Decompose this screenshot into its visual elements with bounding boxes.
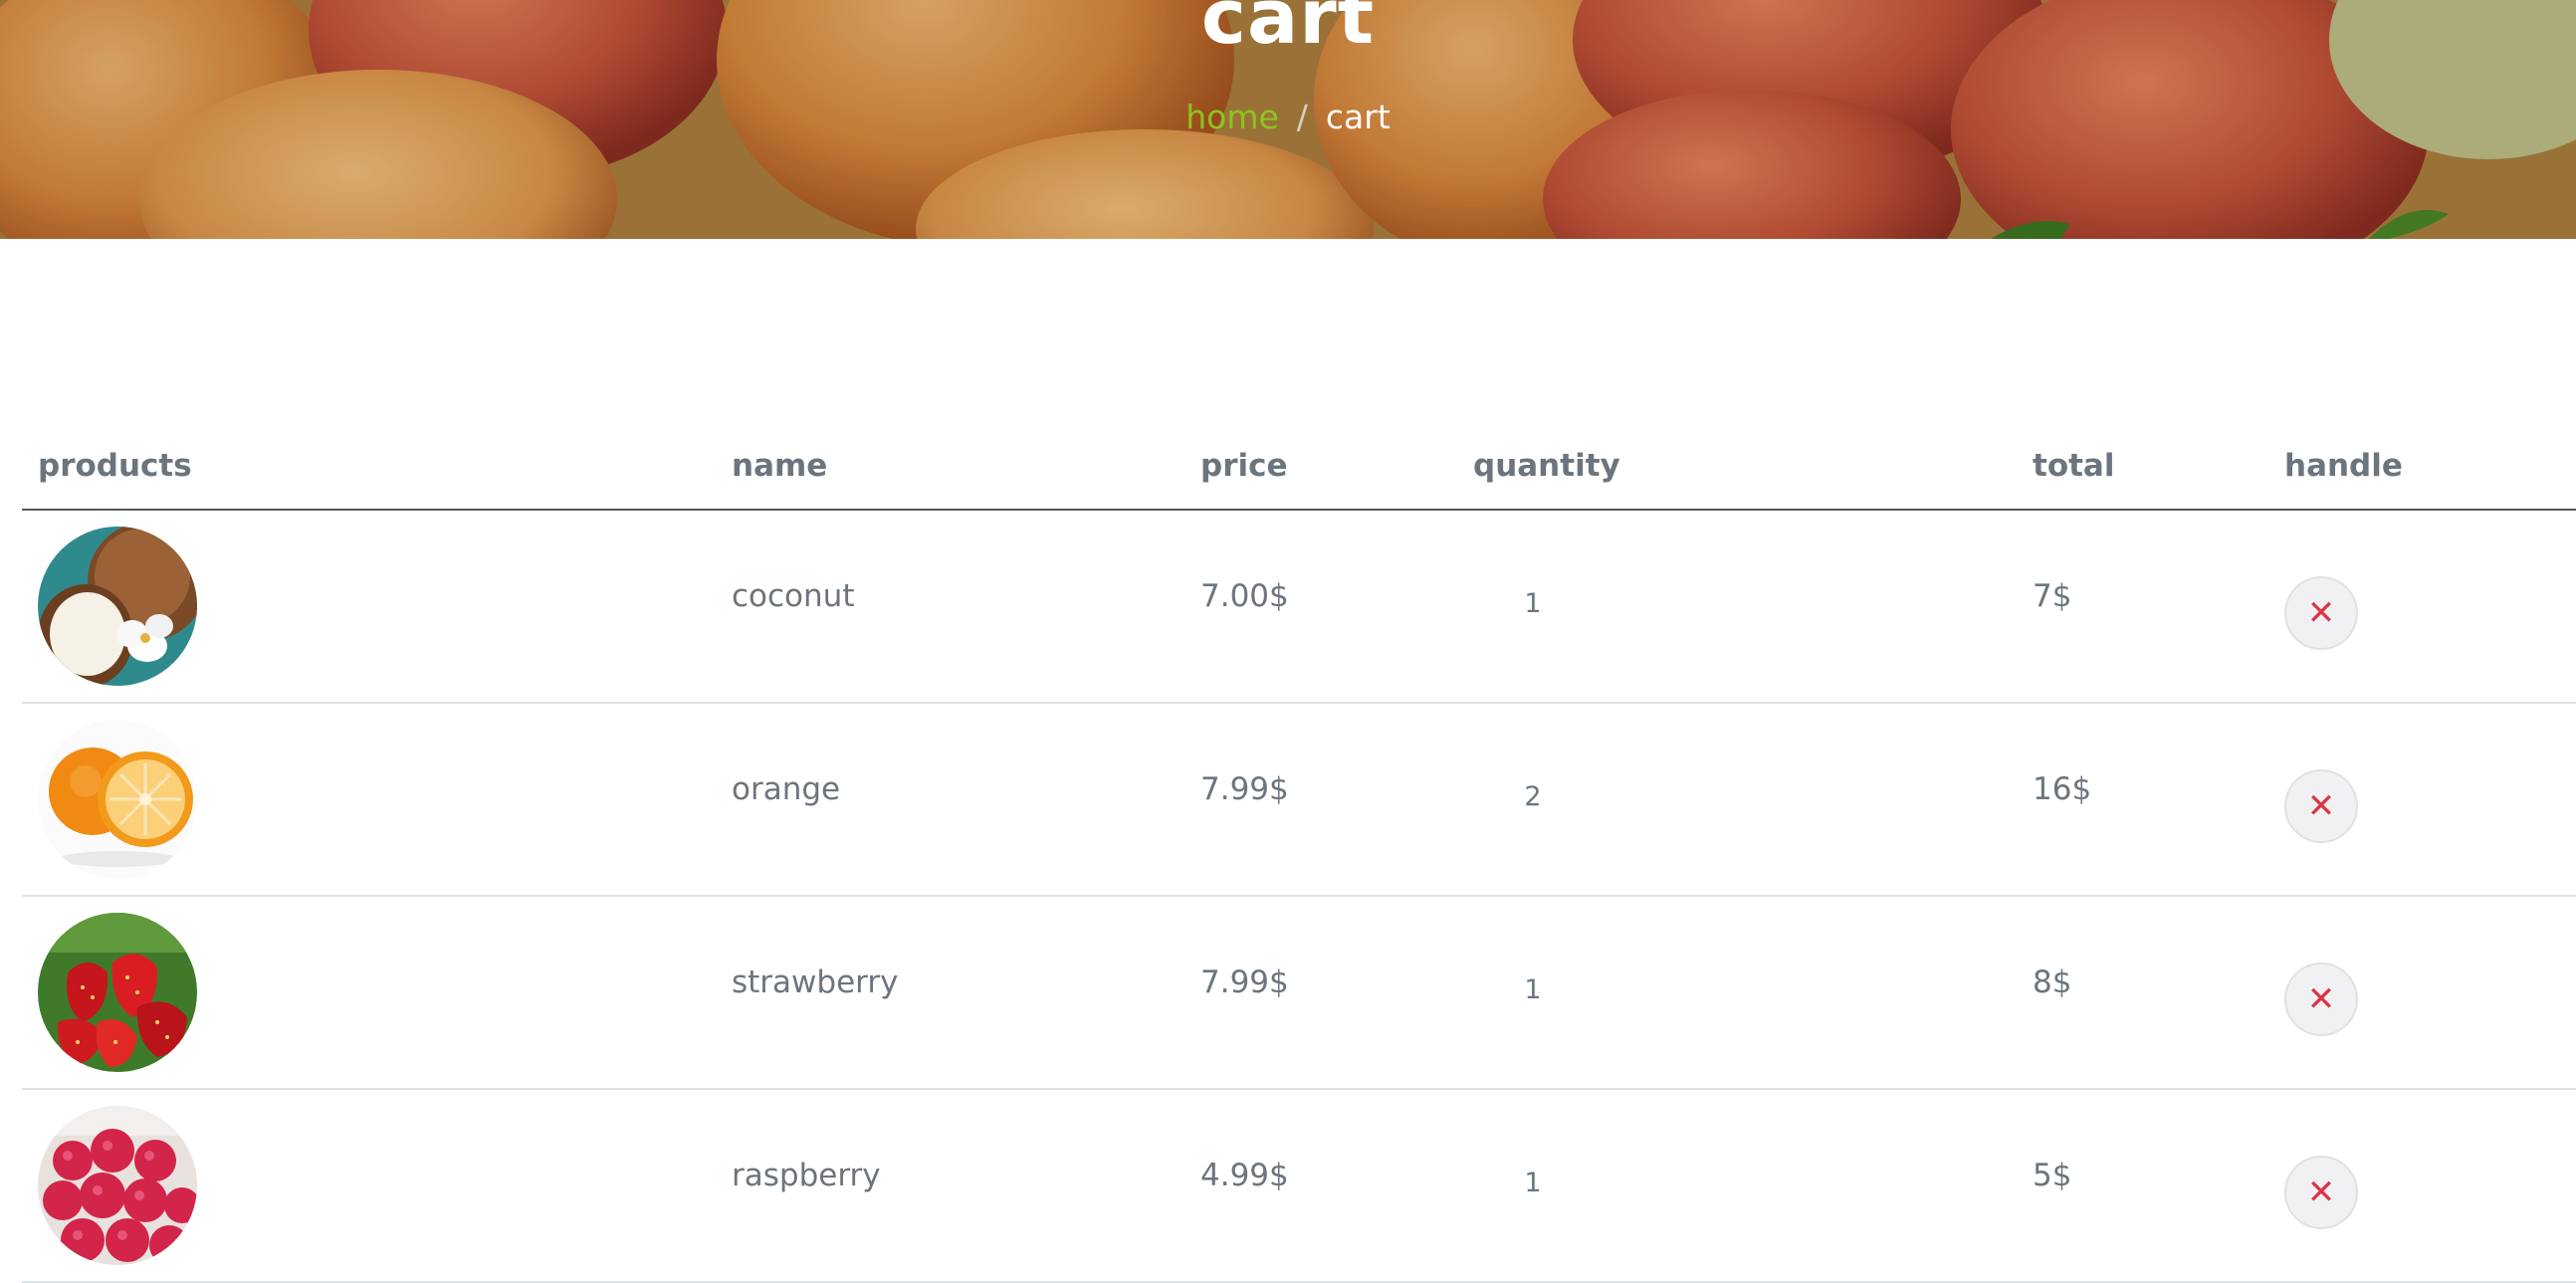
breadcrumb: home / cart [0,98,2576,136]
table-row: orange 7.99$ 2 16$ ✕ [22,704,2576,897]
header-name: name [732,448,828,484]
strawberry-image [38,913,197,1072]
product-total: 7$ [2033,578,2072,614]
product-price: 7.99$ [1200,771,1289,807]
product-name: coconut [732,578,855,614]
product-price: 4.99$ [1200,1158,1289,1193]
raspberry-image [38,1106,197,1265]
table-row: raspberry 4.99$ 1 5$ ✕ [22,1090,2576,1283]
product-name: strawberry [732,964,899,1000]
product-quantity[interactable]: 1 [1473,1168,1593,1198]
breadcrumb-home-link[interactable]: home [1185,98,1279,136]
product-total: 16$ [2033,771,2092,807]
close-icon: ✕ [2306,979,2336,1019]
breadcrumb-separator: / [1296,98,1308,136]
remove-item-button[interactable]: ✕ [2284,962,2358,1036]
header-total: total [2033,448,2115,484]
product-price: 7.00$ [1200,578,1289,614]
cart-table: products name price quantity total handl… [22,428,2576,1283]
orange-image [38,720,197,879]
remove-item-button[interactable]: ✕ [2284,769,2358,843]
close-icon: ✕ [2306,1173,2336,1212]
coconut-image [38,527,197,686]
close-icon: ✕ [2306,593,2336,633]
product-quantity[interactable]: 1 [1473,588,1593,619]
product-total: 8$ [2033,964,2072,1000]
page-hero-banner: cart home / cart [0,0,2576,239]
product-total: 5$ [2033,1158,2072,1193]
product-name: orange [732,771,841,807]
remove-item-button[interactable]: ✕ [2284,576,2358,650]
table-header: products name price quantity total handl… [22,428,2576,511]
header-quantity: quantity [1473,448,1620,484]
product-quantity[interactable]: 1 [1473,974,1593,1005]
table-row: coconut 7.00$ 1 7$ ✕ [22,511,2576,704]
header-handle: handle [2284,448,2403,484]
product-name: raspberry [732,1158,881,1193]
close-icon: ✕ [2306,786,2336,826]
header-products: products [38,448,192,484]
remove-item-button[interactable]: ✕ [2284,1156,2358,1229]
header-price: price [1200,448,1288,484]
table-row: strawberry 7.99$ 1 8$ ✕ [22,897,2576,1090]
product-quantity[interactable]: 2 [1473,781,1593,812]
product-price: 7.99$ [1200,964,1289,1000]
page-title: cart [1200,0,1376,61]
breadcrumb-current: cart [1325,98,1391,136]
